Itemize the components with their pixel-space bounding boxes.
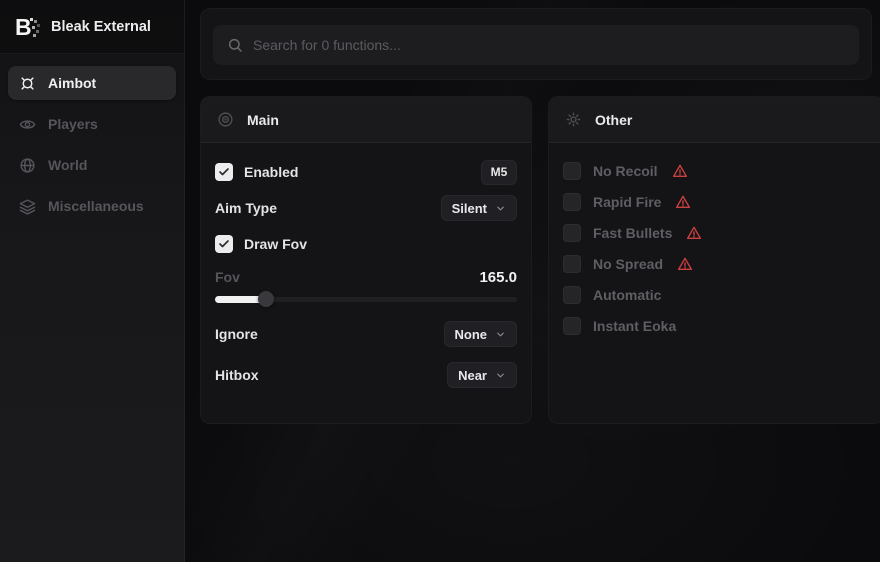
no-spread-label: No Spread xyxy=(593,256,663,272)
rapid-fire-checkbox[interactable] xyxy=(563,193,581,211)
fast-bullets-label: Fast Bullets xyxy=(593,225,672,241)
toggle-row-no-spread: No Spread xyxy=(563,253,869,275)
search-panel xyxy=(200,8,872,80)
brand: B Bleak External xyxy=(0,0,184,54)
warning-icon xyxy=(686,225,702,241)
rapid-fire-label: Rapid Fire xyxy=(593,194,661,210)
sidebar-item-aimbot[interactable]: Aimbot xyxy=(8,66,176,100)
warning-icon xyxy=(675,194,691,210)
other-panel: Other No Recoil Rapid Fire Fast Bullets xyxy=(548,96,880,424)
automatic-label: Automatic xyxy=(593,287,661,303)
draw-fov-row: Draw Fov xyxy=(215,231,517,257)
other-panel-body: No Recoil Rapid Fire Fast Bullets xyxy=(549,143,880,337)
toggle-row-fast-bullets: Fast Bullets xyxy=(563,222,869,244)
aim-type-value: Silent xyxy=(452,201,487,216)
sidebar-item-label: Aimbot xyxy=(48,75,96,91)
sidebar-item-miscellaneous[interactable]: Miscellaneous xyxy=(8,189,176,223)
instant-eoka-label: Instant Eoka xyxy=(593,318,676,334)
sidebar-nav: Aimbot Players World xyxy=(0,54,184,235)
hitbox-label: Hitbox xyxy=(215,367,259,383)
ignore-dropdown[interactable]: None xyxy=(444,321,518,347)
aim-type-dropdown[interactable]: Silent xyxy=(441,195,517,221)
layers-icon xyxy=(18,197,36,215)
sidebar-item-world[interactable]: World xyxy=(8,148,176,182)
warning-icon xyxy=(672,163,688,179)
chevron-down-icon xyxy=(495,370,506,381)
main-panel-title: Main xyxy=(247,112,279,128)
enabled-row: Enabled M5 xyxy=(215,159,517,185)
gear-icon xyxy=(565,111,582,128)
no-spread-checkbox[interactable] xyxy=(563,255,581,273)
automatic-checkbox[interactable] xyxy=(563,286,581,304)
chevron-down-icon xyxy=(495,329,506,340)
ignore-value: None xyxy=(455,327,488,342)
fov-value: 165.0 xyxy=(479,269,517,286)
target-icon xyxy=(217,111,234,128)
draw-fov-label: Draw Fov xyxy=(244,236,307,252)
chevron-down-icon xyxy=(495,203,506,214)
hitbox-dropdown[interactable]: Near xyxy=(447,362,517,388)
other-panel-header: Other xyxy=(549,97,880,143)
toggle-row-rapid-fire: Rapid Fire xyxy=(563,191,869,213)
main-panel-body: Enabled M5 Aim Type Silent Draw Fov Fov xyxy=(201,143,531,389)
aim-type-row: Aim Type Silent xyxy=(215,195,517,221)
enabled-checkbox[interactable] xyxy=(215,163,233,181)
instant-eoka-checkbox[interactable] xyxy=(563,317,581,335)
enabled-keybind-button[interactable]: M5 xyxy=(481,160,517,185)
hitbox-row: Hitbox Near xyxy=(215,361,517,389)
main-panel: Main Enabled M5 Aim Type Silent xyxy=(200,96,532,424)
sidebar-item-players[interactable]: Players xyxy=(8,107,176,141)
toggle-row-no-recoil: No Recoil xyxy=(563,160,869,182)
draw-fov-checkbox[interactable] xyxy=(215,235,233,253)
sidebar-item-label: Miscellaneous xyxy=(48,198,144,214)
fov-row: Fov 165.0 xyxy=(215,266,517,288)
toggle-row-instant-eoka: Instant Eoka xyxy=(563,315,869,337)
app-logo: B xyxy=(15,15,39,39)
fov-label: Fov xyxy=(215,269,240,285)
fast-bullets-checkbox[interactable] xyxy=(563,224,581,242)
no-recoil-checkbox[interactable] xyxy=(563,162,581,180)
aim-type-label: Aim Type xyxy=(215,200,277,216)
app-title: Bleak External xyxy=(51,19,151,35)
no-recoil-label: No Recoil xyxy=(593,163,658,179)
search-input[interactable] xyxy=(253,37,845,53)
fov-slider[interactable] xyxy=(215,291,517,307)
crosshair-icon xyxy=(18,74,36,92)
ignore-row: Ignore None xyxy=(215,320,517,348)
eye-icon xyxy=(18,115,36,133)
hitbox-value: Near xyxy=(458,368,487,383)
sidebar-item-label: Players xyxy=(48,116,98,132)
main-panel-header: Main xyxy=(201,97,531,143)
sidebar-item-label: World xyxy=(48,157,87,173)
search-icon xyxy=(227,37,243,53)
other-panel-title: Other xyxy=(595,112,632,128)
enabled-label: Enabled xyxy=(244,164,298,180)
toggle-row-automatic: Automatic xyxy=(563,284,869,306)
fov-slider-thumb[interactable] xyxy=(258,291,274,307)
warning-icon xyxy=(677,256,693,272)
globe-icon xyxy=(18,156,36,174)
ignore-label: Ignore xyxy=(215,326,258,342)
sidebar: B Bleak External Aimbot Players xyxy=(0,0,185,562)
search-box[interactable] xyxy=(213,25,859,65)
